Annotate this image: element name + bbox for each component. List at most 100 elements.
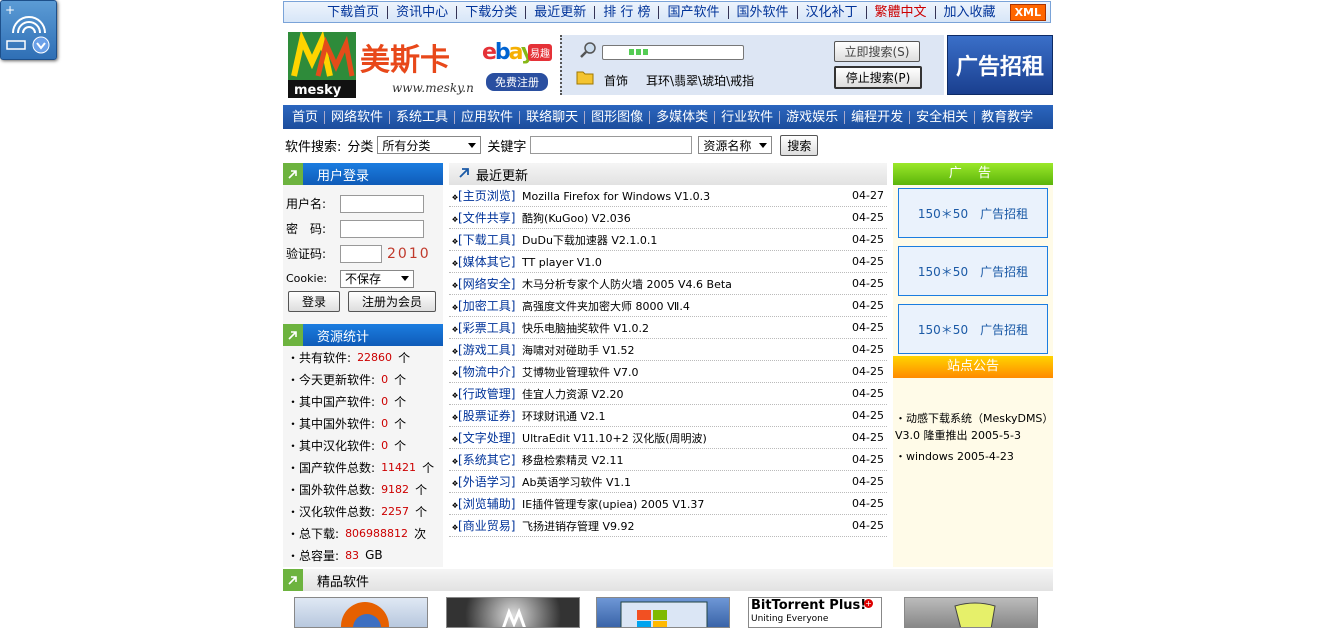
- category-select[interactable]: 所有分类: [377, 136, 482, 154]
- item-title[interactable]: TT player V1.0: [522, 256, 602, 269]
- item-category[interactable]: [外语学习]: [458, 475, 515, 489]
- list-item[interactable]: ❖[加密工具] 高强度文件夹加密大师 8000 Ⅶ.4 04-25: [449, 295, 887, 317]
- list-item[interactable]: ❖[游戏工具] 海啸对对碰助手 V1.52 04-25: [449, 339, 887, 361]
- nav-traditional-chinese[interactable]: 繁體中文: [867, 5, 936, 19]
- nav-domestic[interactable]: 国产软件: [659, 5, 729, 19]
- ad-slot-1[interactable]: 150＊50 广告招租: [898, 188, 1048, 238]
- search-now-button[interactable]: 立即搜索(S): [834, 41, 920, 62]
- list-item[interactable]: ❖[主页浏览] Mozilla Firefox for Windows V1.0…: [449, 185, 887, 207]
- item-title[interactable]: 移盘检索精灵 V2.11: [522, 454, 624, 467]
- login-button[interactable]: 登录: [288, 291, 340, 312]
- search-progress-field[interactable]: [602, 45, 744, 60]
- ad-slot-2[interactable]: 150＊50 广告招租: [898, 246, 1048, 296]
- list-item[interactable]: ❖[物流中介] 艾博物业管理软件 V7.0 04-25: [449, 361, 887, 383]
- item-category[interactable]: [网络安全]: [458, 277, 515, 291]
- item-title[interactable]: 环球财讯通 V2.1: [522, 410, 606, 423]
- item-category[interactable]: [浏览辅助]: [458, 497, 515, 511]
- ebay-ad[interactable]: ebay 易趣 免费注册: [480, 38, 555, 91]
- notice-item-1[interactable]: ・动感下载系统（MeskyDMS）V3.0 隆重推出 2005-5-3: [893, 408, 1053, 446]
- list-item[interactable]: ❖[行政管理] 佳宜人力资源 V2.20 04-25: [449, 383, 887, 405]
- list-item[interactable]: ❖[文件共享] 酷狗(KuGoo) V2.036 04-25: [449, 207, 887, 229]
- list-item[interactable]: ❖[网络安全] 木马分析专家个人防火墙 2005 V4.6 Beta 04-25: [449, 273, 887, 295]
- item-title[interactable]: 木马分析专家个人防火墙 2005 V4.6 Beta: [522, 278, 732, 291]
- bittorrent-thumb[interactable]: BitTorrent Plus! Uniting Everyone +: [748, 597, 882, 628]
- ebay-register[interactable]: 免费注册: [486, 73, 548, 91]
- list-item[interactable]: ❖[商业贸易] 飞扬进销存管理 V9.92 04-25: [449, 515, 887, 537]
- item-category[interactable]: [商业贸易]: [458, 519, 515, 533]
- cat-security[interactable]: 安全相关: [910, 110, 976, 124]
- item-category[interactable]: [行政管理]: [458, 387, 515, 401]
- password-input[interactable]: [340, 219, 424, 238]
- list-item[interactable]: ❖[外语学习] Ab英语学习软件 V1.1 04-25: [449, 471, 887, 493]
- item-category[interactable]: [文件共享]: [458, 211, 515, 225]
- stop-search-button[interactable]: 停止搜索(P): [834, 66, 922, 89]
- cat-games[interactable]: 游戏娱乐: [780, 110, 846, 124]
- xml-badge[interactable]: XML: [1009, 3, 1046, 21]
- cat-multimedia[interactable]: 多媒体类: [650, 110, 716, 124]
- site-logo[interactable]: mesky 美斯卡 www.mesky.net: [288, 30, 486, 98]
- type-select[interactable]: 资源名称: [698, 136, 773, 154]
- list-item[interactable]: ❖[下载工具] DuDu下载加速器 V2.1.0.1 04-25: [449, 229, 887, 251]
- item-category[interactable]: [主页浏览]: [458, 189, 515, 203]
- windows-thumb[interactable]: [596, 597, 730, 628]
- item-category[interactable]: [下载工具]: [458, 233, 515, 247]
- nav-foreign[interactable]: 国外软件: [729, 5, 798, 19]
- item-title[interactable]: 高强度文件夹加密大师 8000 Ⅶ.4: [522, 300, 690, 313]
- item-category[interactable]: [文字处理]: [458, 431, 515, 445]
- nav-bookmark[interactable]: 加入收藏: [936, 6, 1004, 19]
- cat-education[interactable]: 教育教学: [975, 111, 1039, 124]
- item-category[interactable]: [媒体其它]: [458, 255, 515, 269]
- list-item[interactable]: ❖[系统其它] 移盘检索精灵 V2.11 04-25: [449, 449, 887, 471]
- item-title[interactable]: 飞扬进销存管理 V9.92: [522, 520, 635, 533]
- item-title[interactable]: UltraEdit V11.10+2 汉化版(周明波): [522, 432, 707, 445]
- cat-application[interactable]: 应用软件: [455, 110, 521, 124]
- item-title[interactable]: Mozilla Firefox for Windows V1.0.3: [522, 190, 710, 203]
- item-category[interactable]: [彩票工具]: [458, 321, 515, 335]
- quick-link-earrings[interactable]: 耳环\翡翠\琥珀\戒指: [646, 72, 754, 89]
- item-title[interactable]: 快乐电脑抽奖软件 V1.0.2: [522, 322, 649, 335]
- cat-system[interactable]: 系统工具: [390, 110, 456, 124]
- motorola-thumb[interactable]: [446, 597, 580, 628]
- item-title[interactable]: 艾博物业管理软件 V7.0: [522, 366, 639, 379]
- notice-item-2[interactable]: ・windows 2005-4-23: [893, 446, 1053, 466]
- item-title[interactable]: DuDu下载加速器 V2.1.0.1: [522, 234, 657, 247]
- list-item[interactable]: ❖[浏览辅助] IE插件管理专家(upiea) 2005 V1.37 04-25: [449, 493, 887, 515]
- nav-news[interactable]: 资讯中心: [388, 5, 458, 19]
- nav-recent[interactable]: 最近更新: [526, 5, 596, 19]
- cat-programming[interactable]: 编程开发: [845, 110, 911, 124]
- item-title[interactable]: 佳宜人力资源 V2.20: [522, 388, 624, 401]
- header-ad-banner[interactable]: 广告招租: [947, 35, 1053, 95]
- item-title[interactable]: Ab英语学习软件 V1.1: [522, 476, 631, 489]
- list-item[interactable]: ❖[股票证券] 环球财讯通 V2.1 04-25: [449, 405, 887, 427]
- nav-download-home[interactable]: 下载首页: [319, 5, 389, 19]
- cat-graphics[interactable]: 图形图像: [585, 110, 651, 124]
- nav-categories[interactable]: 下载分类: [457, 5, 527, 19]
- cat-industry[interactable]: 行业软件: [715, 110, 781, 124]
- item-title[interactable]: 酷狗(KuGoo) V2.036: [522, 212, 631, 225]
- firefox-thumb[interactable]: [294, 597, 428, 628]
- search-submit-button[interactable]: 搜索: [780, 134, 819, 156]
- username-input[interactable]: [340, 194, 424, 213]
- item-category[interactable]: [加密工具]: [458, 299, 515, 313]
- item-category[interactable]: [股票证券]: [458, 409, 515, 423]
- program-thumb[interactable]: [904, 597, 1038, 628]
- list-item[interactable]: ❖[媒体其它] TT player V1.0 04-25: [449, 251, 887, 273]
- item-category[interactable]: [游戏工具]: [458, 343, 515, 357]
- quick-link-jewelry[interactable]: 首饰: [604, 72, 628, 89]
- desktop-widget[interactable]: +: [0, 0, 57, 60]
- keyword-input[interactable]: [530, 136, 693, 154]
- nav-ranking[interactable]: 排 行 榜: [595, 5, 660, 19]
- cat-home[interactable]: 首页: [286, 110, 326, 124]
- cat-chat[interactable]: 联络聊天: [520, 110, 586, 124]
- item-title[interactable]: 海啸对对碰助手 V1.52: [522, 344, 635, 357]
- cookie-select[interactable]: 不保存: [340, 269, 414, 288]
- item-title[interactable]: IE插件管理专家(upiea) 2005 V1.37: [522, 498, 704, 511]
- item-category[interactable]: [物流中介]: [458, 365, 515, 379]
- cat-network[interactable]: 网络软件: [325, 110, 391, 124]
- item-category[interactable]: [系统其它]: [458, 453, 515, 467]
- captcha-input[interactable]: [340, 244, 382, 263]
- list-item[interactable]: ❖[文字处理] UltraEdit V11.10+2 汉化版(周明波) 04-25: [449, 427, 887, 449]
- register-button[interactable]: 注册为会员: [348, 291, 436, 312]
- list-item[interactable]: ❖[彩票工具] 快乐电脑抽奖软件 V1.0.2 04-25: [449, 317, 887, 339]
- nav-chinese-patch[interactable]: 汉化补丁: [798, 5, 867, 19]
